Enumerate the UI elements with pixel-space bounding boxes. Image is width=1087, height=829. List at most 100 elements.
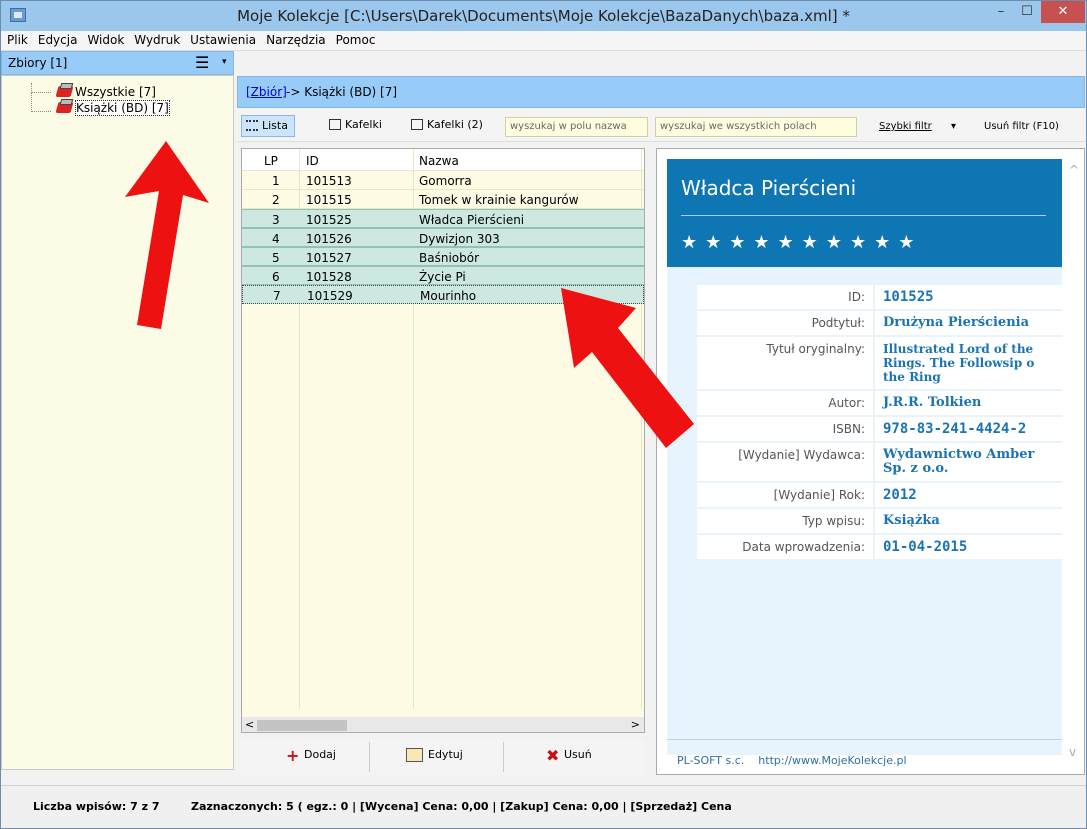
table-row[interactable]: 1 101513 Gomorra [242,171,644,190]
status-count: Liczba wpisów: 7 z 7 [33,800,160,813]
table-row[interactable]: 4 101526 Dywizjon 303 [242,228,644,247]
menu-widok[interactable]: Widok [82,31,129,49]
cell-id: 101528 [306,270,352,284]
quick-filter-dropdown-icon[interactable]: ▾ [951,121,956,132]
field-label: [Wydanie] Rok: [697,483,875,507]
detail-title: Władca Pierścieni [681,176,857,200]
field-label: Autor: [697,391,875,415]
breadcrumb: [Zbiór] -> Książki (BD) [7] [237,76,1085,108]
tree-item-books[interactable]: Książki (BD) [7] [31,100,170,117]
cell-name: Władca Pierścieni [419,213,525,227]
cell-id: 101513 [306,174,352,188]
field-row: Tytuł oryginalny: Illustrated Lord of the… [697,337,1062,391]
collections-title: Zbiory [1] [8,56,68,70]
breadcrumb-link[interactable]: [Zbiór] [246,85,287,99]
field-row: Data wprowadzenia: 01-04-2015 [697,535,1062,561]
view-tiles-label: Kafelki [345,118,382,131]
field-row: [Wydanie] Rok: 2012 [697,483,1062,509]
status-details: Zaznaczonych: 5 ( egz.: 0 | [Wycena] Cen… [191,800,732,813]
delete-button[interactable]: ✖ Usuń [546,746,592,765]
search-all-input[interactable]: wyszukaj we wszystkich polach [655,117,857,137]
delete-label: Usuń [564,748,592,761]
field-label: Typ wpisu: [697,509,875,533]
cell-name: Mourinho [420,289,477,303]
cell-id: 101529 [307,289,353,303]
book-collection-icon [55,102,74,113]
view-tiles2-button[interactable]: Kafelki (2) [407,115,489,137]
cell-lp: 1 [272,174,280,188]
plus-icon: + [286,746,300,765]
cell-name: Dywizjon 303 [419,232,500,246]
app-window: Moje Kolekcje [C:\Users\Darek\Documents\… [0,0,1087,829]
field-value: Drużyna Pierścienia [883,315,1030,330]
minimize-button[interactable]: – [989,1,1013,23]
menu-pomoc[interactable]: Pomoc [331,31,381,49]
horizontal-scrollbar[interactable]: < > [242,717,644,732]
divider [503,742,504,772]
quick-filter-button[interactable]: Szybki filtr [879,121,932,132]
book-collection-icon [55,86,74,97]
grid-header: LP ID Nazwa [242,149,644,171]
scroll-up-icon[interactable]: ^ [1069,163,1079,177]
add-button[interactable]: + Dodaj [286,746,336,765]
column-header-id[interactable]: ID [306,154,319,168]
list-icon [246,120,258,131]
action-bar: + Dodaj Edytuj ✖ Usuń [241,739,645,775]
field-row: ISBN: 978-83-241-4424-2 [697,417,1062,443]
table-row[interactable]: 5 101527 Baśniobór [242,247,644,266]
cell-name: Życie Pi [419,270,466,284]
cell-lp: 5 [272,251,280,265]
collections-header: Zbiory [1] ☰ ▾ [1,51,234,75]
field-value: 2012 [883,487,917,503]
view-tiles-button[interactable]: Kafelki [325,115,388,137]
field-value: Wydawnictwo Amber Sp. z o.o. [883,447,1035,476]
detail-card: Władca Pierścieni ★★★★★★★★★★ ID: 101525 P… [667,159,1062,767]
field-value: 101525 [883,289,934,305]
scroll-left-icon[interactable]: < [245,718,254,731]
view-list-label: Lista [262,119,288,132]
menu-wydruk[interactable]: Wydruk [129,31,185,49]
close-button[interactable]: ✕ [1041,1,1085,23]
scroll-right-icon[interactable]: > [631,718,640,731]
status-bar: Liczba wpisów: 7 z 7 Zaznaczonych: 5 ( e… [1,785,1086,828]
field-value: J.R.R. Tolkien [883,395,982,410]
cell-name: Tomek w krainie kangurów [419,193,579,207]
delete-icon: ✖ [546,746,560,765]
search-name-input[interactable]: wyszukaj w polu nazwa [505,117,648,137]
table-row[interactable]: 2 101515 Tomek w krainie kangurów [242,190,644,209]
edit-label: Edytuj [428,748,463,761]
scroll-thumb[interactable] [257,720,347,731]
column-header-name[interactable]: Nazwa [419,154,459,168]
column-header-lp[interactable]: LP [264,154,278,168]
scroll-down-icon[interactable]: v [1069,745,1076,759]
cell-lp: 2 [272,193,280,207]
remove-filter-button[interactable]: Usuń filtr (F10) [984,121,1059,132]
title-bar: Moje Kolekcje [C:\Users\Darek\Documents\… [1,1,1086,31]
menu-plik[interactable]: Plik [1,31,33,49]
tiles-icon [329,119,341,130]
view-tiles2-label: Kafelki (2) [427,118,483,131]
cell-lp: 7 [273,289,281,303]
table-row[interactable]: 6 101528 Życie Pi [242,266,644,285]
tree-item-all[interactable]: Wszystkie [7] [31,85,170,101]
maximize-button[interactable]: ☐ [1015,1,1039,23]
table-row[interactable]: 3 101525 Władca Pierścieni [242,209,644,228]
menu-edycja[interactable]: Edycja [33,31,83,49]
annotation-arrow-diagonal [561,288,694,448]
add-label: Dodaj [304,748,336,761]
view-list-button[interactable]: Lista [241,115,295,137]
divider [369,742,370,772]
tree-item-label: Wszystkie [7] [75,85,156,99]
hamburger-menu-icon[interactable]: ☰ [195,53,209,72]
menu-ustawienia[interactable]: Ustawienia [185,31,261,49]
field-value: 01-04-2015 [883,539,968,555]
detail-header: Władca Pierścieni ★★★★★★★★★★ [667,159,1062,267]
field-label: Tytuł oryginalny: [697,337,875,389]
menu-narzedzia[interactable]: Narzędzia [261,31,331,49]
tree-item-label: Książki (BD) [7] [75,100,170,116]
edit-button[interactable]: Edytuj [406,748,463,762]
detail-fields: ID: 101525 Podtytuł: Drużyna Pierścienia T… [697,285,1062,561]
divider [681,215,1046,216]
field-row: Autor: J.R.R. Tolkien [697,391,1062,417]
chevron-down-icon[interactable]: ▾ [222,57,227,67]
